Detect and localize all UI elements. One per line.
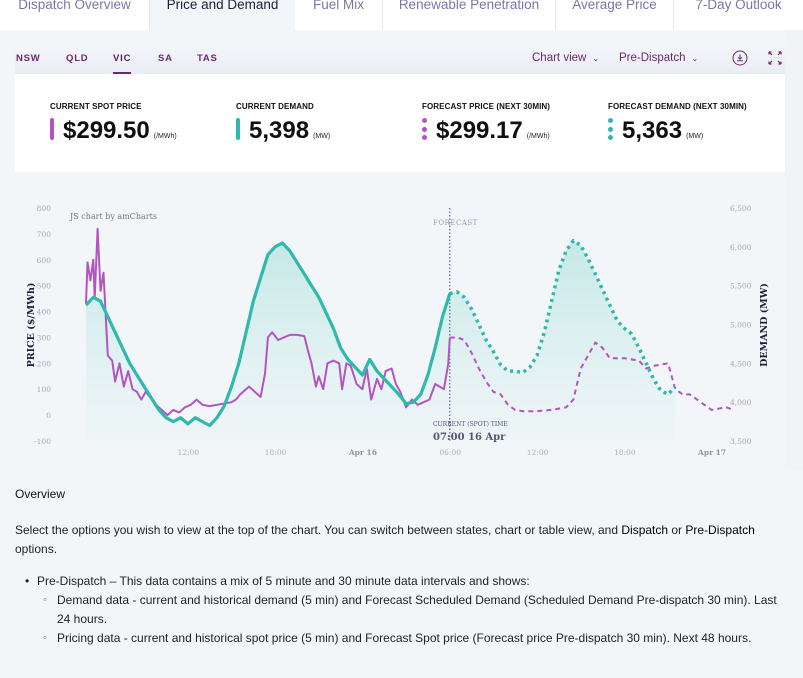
intro-text: or (668, 523, 686, 537)
overview-list: Pre-Dispatch – This data contains a mix … (25, 572, 785, 648)
stat-label: CURRENT SPOT PRICE (50, 102, 142, 111)
x-axis-tick: 06:00 (439, 448, 461, 457)
current-time-label: CURRENT (SPOT) TIME (433, 421, 508, 428)
sub-list: Demand data - current and historical dem… (43, 591, 785, 648)
stat-value: $299.50 (63, 117, 150, 144)
left-axis-tick: -100 (34, 437, 51, 446)
right-axis-tick: 5,500 (730, 282, 752, 291)
left-axis-title: PRICE ($/MWh) (26, 283, 37, 368)
forecast-label: FORECAST (433, 219, 478, 227)
stat-unit: (MW) (686, 133, 704, 140)
stat-current-spot-price: CURRENT SPOT PRICE $299.50 (/MWh) (50, 102, 177, 144)
tab-label: 7-Day Outlook (695, 0, 782, 12)
x-axis-tick: 18:00 (614, 448, 636, 457)
tab-price-and-demand[interactable]: Price and Demand (150, 0, 295, 30)
tab-label: Dispatch Overview (18, 0, 131, 12)
left-axis-tick: 400 (37, 308, 52, 317)
forecast-demand-legend-marker (608, 118, 613, 140)
stat-unit: (MW) (313, 133, 331, 140)
view-select[interactable]: Chart view ⌄ (532, 52, 599, 64)
overview-section: Overview Select the options you wish to … (15, 487, 785, 648)
panel-edge (785, 30, 803, 470)
intro-text: Select the options you wish to view at t… (15, 523, 622, 537)
region-tab-vic[interactable]: VIC (113, 53, 132, 74)
tab-7-day-outlook[interactable]: 7-Day Outlook (674, 0, 803, 30)
intro-dispatch: Dispatch (621, 523, 669, 537)
current-time-value: 07:00 16 Apr (433, 432, 506, 443)
region-tab-sa[interactable]: SA (158, 53, 173, 64)
overview-intro: Select the options you wish to view at t… (15, 521, 785, 559)
x-axis-tick: 18:00 (265, 448, 287, 457)
x-axis-tick: Apr 16 (348, 448, 377, 457)
stat-value: 5,363 (622, 117, 683, 144)
left-axis-tick: 0 (46, 411, 51, 420)
stat-forecast-price: FORECAST PRICE (NEXT 30MIN) $299.17 (/MW… (422, 102, 550, 144)
stat-unit: (/MWh) (526, 133, 550, 140)
right-axis-tick: 5,000 (730, 321, 752, 330)
region-tab-nsw[interactable]: NSW (16, 53, 41, 64)
list-item: Demand data - current and historical dem… (43, 591, 785, 629)
tab-label: Renewable Penetration (398, 0, 540, 12)
chevron-down-icon: ⌄ (691, 54, 699, 63)
price-demand-chart: 800 700 600 500 400 300 200 100 0 -100 6,500 6,000 5… (15, 195, 785, 465)
demand-legend-marker (236, 118, 240, 140)
left-axis-tick: 300 (37, 333, 52, 342)
stat-unit: (/MWh) (153, 133, 177, 140)
region-tab-tas[interactable]: TAS (197, 53, 218, 64)
tab-label: Average Price (572, 0, 657, 12)
stats-card: CURRENT SPOT PRICE $299.50 (/MWh) CURREN… (15, 74, 785, 172)
dispatch-select-value: Pre-Dispatch (619, 52, 686, 64)
list-item: Pricing data - current and historical sp… (43, 629, 785, 648)
price-legend-marker (50, 118, 54, 140)
dispatch-select[interactable]: Pre-Dispatch ⌄ (619, 52, 698, 64)
left-axis-tick: 100 (37, 385, 52, 394)
right-axis-tick: 6,000 (730, 243, 752, 252)
stat-forecast-demand: FORECAST DEMAND (NEXT 30MIN) 5,363 (MW) (608, 102, 747, 144)
forecast-price-legend-marker (422, 118, 427, 140)
stat-label: CURRENT DEMAND (236, 102, 314, 111)
download-button[interactable] (732, 50, 748, 66)
right-axis-tick: 4,500 (730, 359, 752, 368)
stat-value: $299.17 (436, 117, 523, 144)
bullet-text: Pre-Dispatch – This data contains a mix … (37, 574, 530, 588)
left-axis-tick: 500 (37, 282, 52, 291)
amcharts-credit[interactable]: JS chart by amCharts (69, 212, 157, 221)
right-axis-tick: 6,500 (730, 204, 752, 213)
tab-label: Fuel Mix (312, 0, 364, 12)
fullscreen-icon (768, 51, 782, 65)
tab-fuel-mix[interactable]: Fuel Mix (295, 0, 383, 30)
stat-label: FORECAST PRICE (NEXT 30MIN) (422, 102, 551, 111)
x-axis-tick: Apr 17 (697, 448, 726, 457)
right-axis-tick: 3,500 (730, 437, 752, 446)
view-select-value: Chart view (532, 52, 587, 64)
intro-pre-dispatch: Pre-Dispatch (685, 523, 755, 537)
x-axis-tick: 12:00 (177, 448, 199, 457)
download-icon (732, 50, 748, 66)
left-axis-tick: 700 (37, 230, 52, 239)
tab-average-price[interactable]: Average Price (556, 0, 674, 30)
x-axis-tick: 12:00 (527, 448, 549, 457)
left-axis-tick: 800 (37, 204, 52, 213)
list-item: Pre-Dispatch – This data contains a mix … (25, 572, 785, 648)
right-axis-title: DEMAND (MW) (759, 283, 770, 367)
left-axis-tick: 600 (37, 256, 52, 265)
stat-value: 5,398 (249, 117, 310, 144)
chevron-down-icon: ⌄ (592, 54, 600, 63)
intro-text: options. (15, 542, 58, 556)
tab-label: Price and Demand (166, 0, 279, 12)
overview-title: Overview (15, 487, 66, 501)
tab-renewable-penetration[interactable]: Renewable Penetration (383, 0, 556, 30)
left-axis-tick: 200 (37, 359, 52, 368)
chart-svg: 800 700 600 500 400 300 200 100 0 -100 6,500 6,000 5… (26, 204, 770, 457)
stat-current-demand: CURRENT DEMAND 5,398 (MW) (236, 102, 330, 144)
fullscreen-button[interactable] (767, 50, 783, 66)
region-tab-qld[interactable]: QLD (66, 53, 88, 64)
tab-bar: Dispatch Overview Price and Demand Fuel … (0, 0, 803, 30)
tab-dispatch-overview[interactable]: Dispatch Overview (0, 0, 150, 30)
stat-label: FORECAST DEMAND (NEXT 30MIN) (608, 102, 747, 111)
right-axis-tick: 4,000 (730, 398, 752, 407)
